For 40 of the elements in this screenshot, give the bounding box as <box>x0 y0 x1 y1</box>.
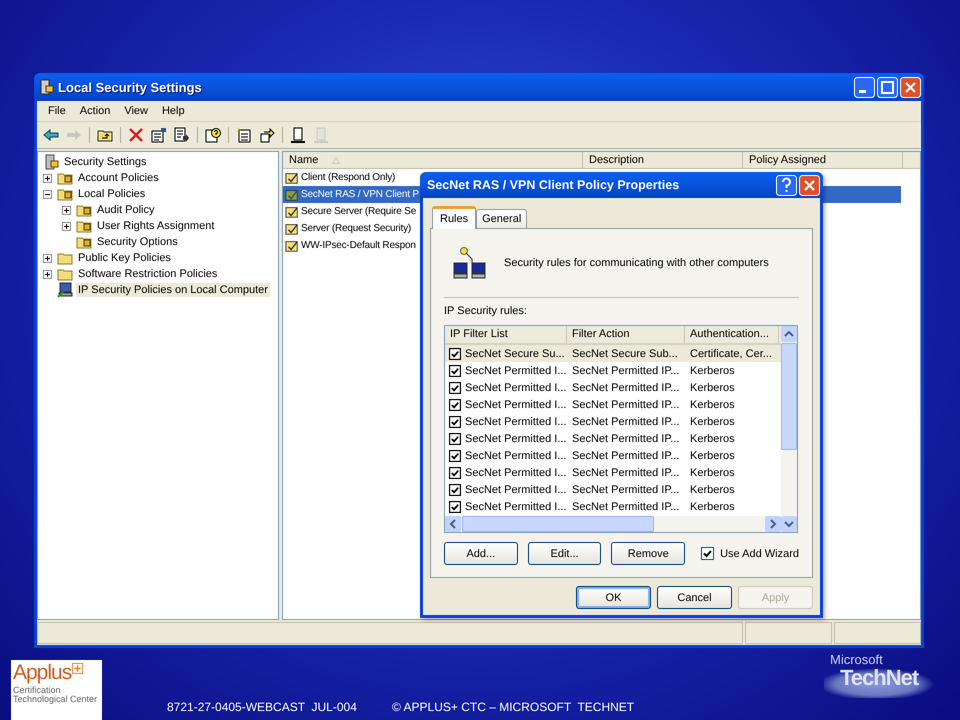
footer-text: © APPLUS+ CTC – MICROSOFT TECHNET <box>392 700 634 714</box>
table-cell: SecNet Permitted I... <box>465 500 566 512</box>
table-cell: SecNet Permitted I... <box>465 398 566 410</box>
table-cell: SecNet Permitted I... <box>465 484 566 496</box>
table-cell-text: Kerberos <box>689 416 736 428</box>
table-cell-text: SecNet Secure Sub... <box>571 348 679 360</box>
dialog-title: SecNet RAS / VPN Client Policy Properties <box>427 178 680 192</box>
table-cell-text: SecNet Permitted IP... <box>571 500 680 512</box>
table-cell: SecNet Permitted I... <box>465 416 566 428</box>
table-cell-text: SecNet Permitted IP... <box>571 416 680 428</box>
table-cell-text: SecNet Permitted IP... <box>571 398 680 410</box>
table-cell-text: SecNet Permitted IP... <box>571 450 680 462</box>
table-cell-text: Kerberos <box>689 466 736 478</box>
table-cell-text: Kerberos <box>689 500 736 512</box>
table-cell-text: SecNet Permitted IP... <box>571 382 680 394</box>
rules-label: IP Security rules: <box>444 305 528 317</box>
table-cell-text: SecNet Permitted IP... <box>571 432 680 444</box>
table-cell: SecNet Secure Su... <box>465 348 565 360</box>
table-cell-text: Kerberos <box>689 382 736 394</box>
table-cell-text: SecNet Permitted IP... <box>571 466 680 478</box>
table-cell-text: Kerberos <box>689 398 736 410</box>
table-cell: SecNet Permitted I... <box>465 382 566 394</box>
footer-text: 8721-27-0405-WEBCAST JUL-004 <box>167 700 357 714</box>
table-cell-text: Kerberos <box>689 364 736 376</box>
window-title: Local Security Settings <box>58 80 203 94</box>
brand-text: TechNet <box>840 667 918 689</box>
table-cell-text: SecNet Permitted IP... <box>571 364 680 376</box>
description-text: Security rules for communicating with other computers <box>504 257 769 269</box>
table-cell: SecNet Permitted I... <box>465 364 566 376</box>
table-cell: SecNet Permitted I... <box>465 450 566 462</box>
table-cell-text: Kerberos <box>689 484 736 496</box>
brand-text: Microsoft <box>830 652 883 667</box>
logo-text: Applus <box>13 662 72 684</box>
table-cell: SecNet Permitted I... <box>465 432 566 444</box>
logo-tagline: Certification Technological Center <box>13 686 98 705</box>
table-cell-text: SecNet Permitted IP... <box>571 484 680 496</box>
table-cell-text: Certificate, Cer... <box>689 348 773 360</box>
table-cell-text: Kerberos <box>689 450 736 462</box>
table-cell: SecNet Permitted I... <box>465 466 566 478</box>
table-cell-text: Kerberos <box>689 432 736 444</box>
